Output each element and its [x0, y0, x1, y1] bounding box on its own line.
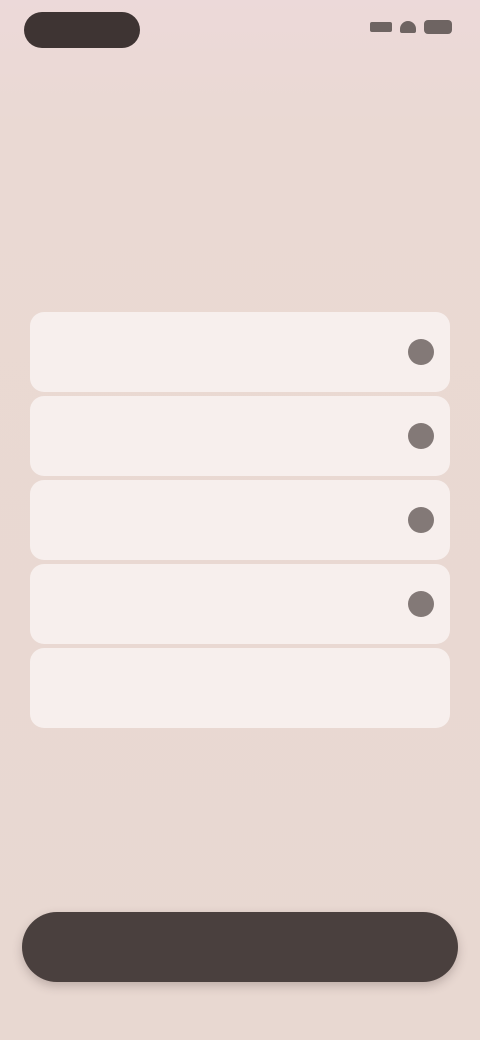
option-list	[30, 312, 450, 728]
radio-icon[interactable]	[408, 591, 434, 617]
status-bar	[0, 0, 480, 60]
signal-icon	[370, 22, 392, 32]
wifi-icon	[400, 21, 416, 33]
battery-icon	[424, 20, 452, 34]
status-icons	[370, 20, 452, 34]
option-item-2[interactable]	[30, 396, 450, 476]
option-item-3[interactable]	[30, 480, 450, 560]
option-item-1[interactable]	[30, 312, 450, 392]
continue-button[interactable]	[22, 912, 458, 982]
option-item-4[interactable]	[30, 564, 450, 644]
radio-icon[interactable]	[408, 423, 434, 449]
radio-icon[interactable]	[408, 507, 434, 533]
radio-icon[interactable]	[408, 339, 434, 365]
status-time-pill	[24, 12, 140, 48]
option-item-5[interactable]	[30, 648, 450, 728]
